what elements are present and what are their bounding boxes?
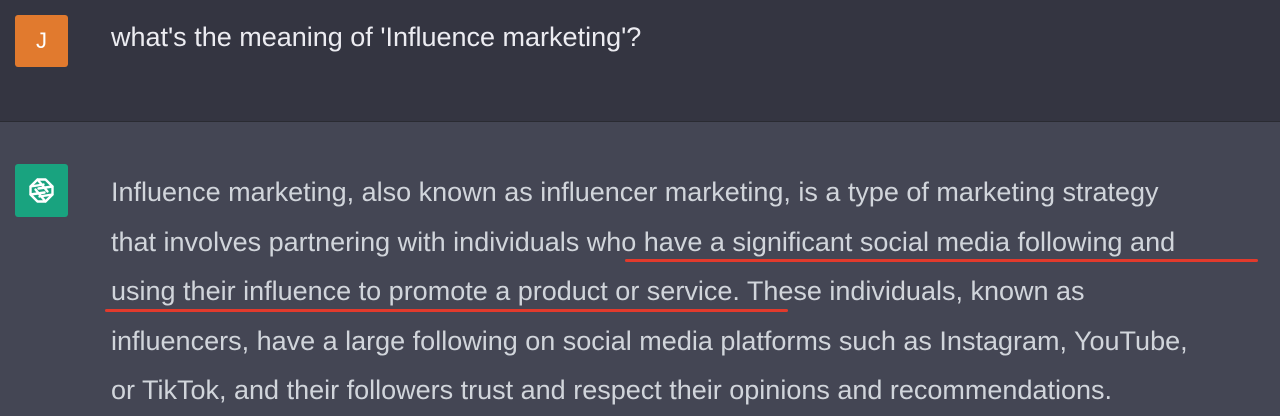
answer-line-5: or TikTok, and their followers trust and… (111, 375, 1113, 405)
user-avatar: J (15, 15, 68, 67)
highlight-underline-1 (625, 259, 1258, 262)
assistant-message-text: Influence marketing, also known as influ… (111, 168, 1271, 416)
user-message-text: what's the meaning of 'Influence marketi… (111, 22, 642, 52)
assistant-avatar (15, 164, 68, 217)
answer-line-1: Influence marketing, also known as influ… (111, 177, 1159, 207)
answer-line-4: influencers, have a large following on s… (111, 325, 1188, 356)
openai-logo-icon (29, 178, 54, 203)
assistant-message-row: Influence marketing, also known as influ… (0, 122, 1280, 412)
user-avatar-initial: J (36, 28, 47, 53)
user-message-row: J what's the meaning of 'Influence marke… (0, 0, 1280, 121)
highlight-underline-2 (105, 309, 788, 312)
